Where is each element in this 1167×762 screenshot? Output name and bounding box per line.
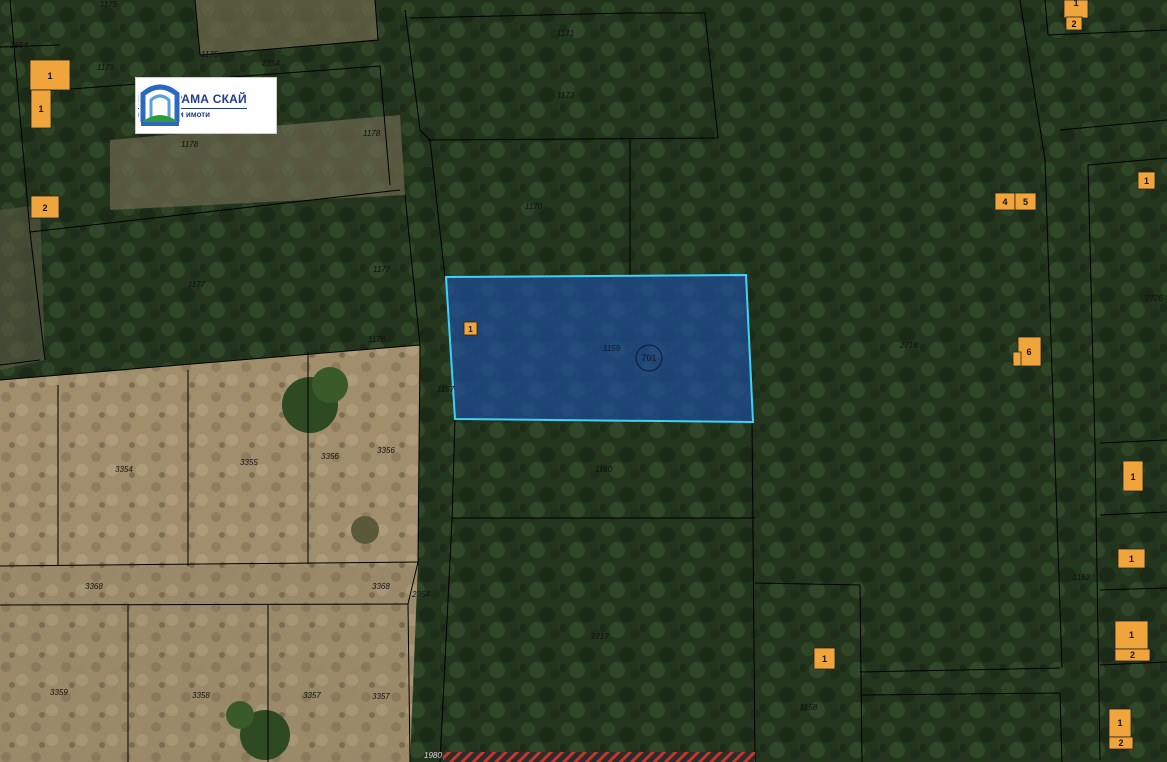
building-label: 1 [1129, 554, 1134, 564]
parcel-label: 2717 [590, 632, 609, 641]
parcel-label: 3359 [50, 688, 68, 697]
parcel-label: 2354 [261, 59, 280, 68]
parcel-label: 3358 [192, 691, 210, 700]
tree [226, 701, 254, 729]
parcel-label: 3368 [372, 582, 390, 591]
building-label: 2 [42, 203, 47, 213]
parcel-label: 3368 [85, 582, 103, 591]
parcel-label: 1179 [97, 63, 115, 72]
panorama-logo-icon [139, 78, 181, 128]
agency-logo: ПАНОРАМА СКАЙ недвижими имоти [135, 77, 277, 134]
parcel-label: 1170 [525, 202, 543, 211]
parcel-label: 1176 [368, 335, 386, 344]
yard-area-left [0, 205, 45, 370]
building-label: 1 [822, 654, 827, 664]
tree [351, 516, 379, 544]
parcel-circle-label: 701 [641, 353, 656, 363]
parcel-label: 1178 [181, 140, 199, 149]
building-label: 1 [47, 71, 52, 81]
cadastral-map[interactable]: 701 1159 1 1157 1175 1175 2354 1179 1178… [0, 0, 1167, 762]
parcel-label: 3356 [321, 452, 339, 461]
parcel-label: 1173 [557, 91, 575, 100]
building-label: 1 [1117, 718, 1122, 728]
highlighted-parcel-number: 1159 [603, 344, 621, 353]
building-label: 2 [1071, 19, 1076, 29]
parcel-label: 3357 [372, 692, 390, 701]
parcel-label: 1162 [1073, 573, 1091, 582]
parcel-label: 3357 [303, 691, 321, 700]
hatched-parcel-strip [443, 752, 755, 762]
building-label: 6 [1026, 347, 1031, 357]
parcel-label: 1157 [437, 385, 455, 394]
parcel-label: 3356 [377, 446, 395, 455]
parcel-label: 1178 [363, 129, 381, 138]
parcel-label: 1158 [800, 703, 818, 712]
building [1012, 351, 1022, 367]
highlighted-parcel[interactable] [444, 273, 755, 424]
building-label: 1 [38, 104, 43, 114]
parcel-label: 3355 [240, 458, 258, 467]
parcel-label: 3354 [115, 465, 133, 474]
tree [312, 367, 348, 403]
building-label: 1 [1129, 630, 1134, 640]
parcel-label: 1980 [424, 751, 442, 760]
parcel-label: 2726 [1144, 294, 1163, 303]
parcel-label: 1160 [595, 465, 613, 474]
building-label: 4 [1002, 197, 1007, 207]
parcel-label: 1864 [10, 41, 28, 50]
building-label: 2 [1118, 738, 1123, 748]
parcel-label: 1177 [188, 280, 206, 289]
building-label: 1 [1144, 176, 1149, 186]
building-label: 5 [1023, 197, 1028, 207]
building-label: 1 [1073, 0, 1078, 8]
parcel-label: 2354 [411, 590, 430, 599]
parcel-label: 1177 [373, 265, 391, 274]
building-label: 2 [1130, 650, 1135, 660]
highlighted-parcel-building-label: 1 [468, 325, 473, 334]
building-label: 1 [1130, 472, 1135, 482]
field-area-bottom [0, 562, 418, 762]
parcel-label: 1175 [201, 50, 219, 59]
parcel-label: 1171 [557, 29, 574, 38]
parcel-label: 1175 [100, 0, 118, 9]
parcel-label: 2718 [899, 341, 918, 350]
